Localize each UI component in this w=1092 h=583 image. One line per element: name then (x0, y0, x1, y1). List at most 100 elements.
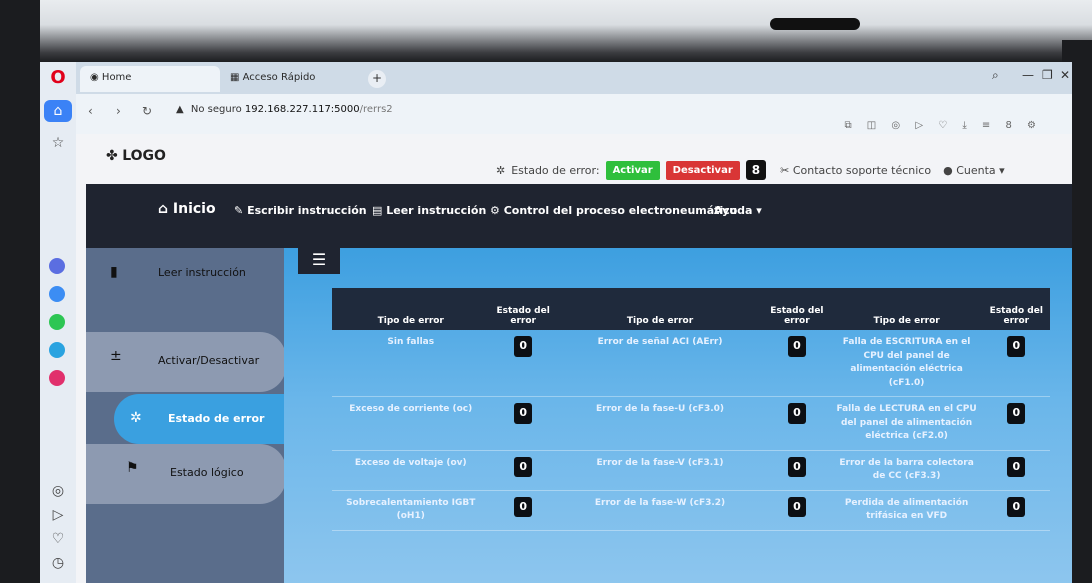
player-icon[interactable]: ◎ (44, 480, 72, 502)
tab-acceso-rapido[interactable]: ▦ Acceso Rápido (220, 66, 360, 92)
sidebar-item-label: Estado lógico (170, 466, 244, 479)
error-state-value: 0 (514, 336, 532, 357)
restore-icon[interactable]: ❐ (1042, 68, 1053, 82)
url-path: /rerrs2 (359, 104, 393, 115)
back-icon[interactable]: ‹ (88, 104, 93, 118)
support-label: Contacto soporte técnico (792, 163, 932, 177)
error-state-value: 0 (514, 496, 532, 517)
error-name: Sobrecalentamiento IGBT (oH1) (332, 490, 490, 531)
nav-read[interactable]: ▤ Leer instrucción (372, 204, 486, 217)
account-label: Cuenta (956, 163, 996, 177)
error-state-value: 0 (1007, 403, 1026, 424)
tools-icon: ✂ (780, 163, 790, 177)
cogs-icon: ⚙ (490, 204, 500, 217)
error-name: Exceso de corriente (oc) (332, 396, 490, 451)
error-table: Tipo de error Estado del error Tipo de e… (332, 288, 1050, 531)
error-name: Error de la fase-W (cF3.2) (556, 490, 764, 531)
nav-control[interactable]: ⚙ Control del proceso electroneumático (490, 204, 737, 217)
nav-write[interactable]: ✎ Escribir instrucción (234, 204, 367, 217)
home-icon[interactable]: ⌂ (44, 100, 72, 122)
sidebar-item-label: Estado de error (168, 412, 265, 425)
support-link[interactable]: ✂ Contacto soporte técnico (780, 164, 931, 177)
error-name: Exceso de voltaje (ov) (332, 450, 490, 491)
col-header: Tipo de error (830, 288, 983, 330)
new-tab-button[interactable]: + (368, 70, 386, 88)
nav-help[interactable]: Ayuda ▾ (714, 204, 762, 217)
web-page: ✤ LOGO ✲ Estado de error: Activar Desact… (76, 134, 1072, 583)
error-state-value: 0 (1007, 496, 1026, 517)
error-name: Error de la fase-V (cF3.1) (556, 450, 764, 491)
bug-icon: ✲ (130, 410, 142, 426)
caret-down-icon: ▾ (756, 204, 762, 217)
url-security-label: No seguro (190, 104, 242, 115)
warning-icon: ▲ (176, 104, 184, 115)
grid-icon: ▦ (230, 72, 240, 83)
error-state-panel: ✲ Estado de error: Activar Desactivar 8 … (496, 160, 1005, 180)
account-dropdown[interactable]: ● Cuenta ▾ (943, 164, 1005, 177)
error-count-badge: 8 (745, 160, 767, 180)
tab-label: Acceso Rápido (242, 72, 316, 83)
aria-icon[interactable] (49, 258, 65, 274)
error-name: Falla de ESCRITURA en el CPU del panel d… (830, 330, 983, 397)
tab-strip: ◉ Home ▦ Acceso Rápido + ⌕ — ❐ ✕ (76, 62, 1072, 94)
col-header: Estado del error (489, 288, 557, 330)
minimize-icon[interactable]: — (1022, 68, 1034, 82)
toolbar-icons[interactable]: ⧉ ◫ ◎ ▷ ♡ ⤓ ≡ 8 ⚙ (844, 120, 1042, 131)
opera-logo-icon[interactable]: O (44, 66, 72, 88)
nav-help-label: Ayuda (714, 204, 753, 217)
error-state-value: 0 (788, 336, 806, 357)
logo-text: LOGO (122, 148, 166, 164)
url-field[interactable]: ▲ No seguro 192.168.227.117:5000/rerrs2 (176, 104, 393, 115)
activate-button[interactable]: Activar (605, 160, 660, 180)
nav-read-label: Leer instrucción (386, 204, 487, 217)
table-header-row: Tipo de error Estado del error Tipo de e… (332, 288, 1050, 330)
error-state-value: 0 (788, 456, 806, 477)
content-area: ☰ Tipo de error Estado del error Tipo de… (284, 248, 1072, 583)
close-icon[interactable]: ✕ (1060, 68, 1070, 82)
search-icon[interactable]: ⌕ (992, 68, 999, 83)
whatsapp-icon[interactable] (49, 314, 65, 330)
error-name: Perdida de alimentación trifásica en VFD (830, 490, 983, 531)
deactivate-button[interactable]: Desactivar (665, 160, 740, 180)
caret-down-icon: ▾ (999, 163, 1005, 177)
nav-home[interactable]: ⌂ Inicio (158, 201, 216, 217)
error-name: Error de señal ACI (AErr) (556, 330, 764, 397)
sidebar-item-leer[interactable]: ▮ Leer instrucción (86, 248, 286, 298)
heart-icon[interactable]: ♡ (44, 528, 72, 550)
sidebar-item-activar[interactable]: ± Activar/Desactivar (86, 332, 286, 392)
messenger-icon[interactable] (49, 286, 65, 302)
monitor-bezel-left (0, 0, 40, 583)
instagram-icon[interactable] (49, 370, 65, 386)
hamburger-menu-icon[interactable]: ☰ (298, 248, 340, 274)
sidebar-item-estado-error[interactable]: ✲ Estado de error (114, 394, 304, 444)
house-icon: ⌂ (158, 201, 169, 217)
error-state-value: 0 (1007, 456, 1026, 477)
table-row: Sin fallas 0 Error de señal ACI (AErr) 0… (332, 330, 1050, 397)
user-icon: ● (943, 163, 953, 177)
error-state-value: 0 (514, 403, 532, 424)
history-icon[interactable]: ◷ (44, 552, 72, 574)
table-row: Sobrecalentamiento IGBT (oH1) 0 Error de… (332, 490, 1050, 531)
star-icon[interactable]: ☆ (44, 132, 72, 154)
url-domain: 192.168.227.117:5000 (244, 104, 360, 115)
error-name: Falla de LECTURA en el CPU del panel de … (830, 396, 983, 451)
tab-home[interactable]: ◉ Home (80, 66, 220, 92)
sidebar-item-estado-logico[interactable]: ⚑ Estado lógico (86, 444, 286, 504)
col-header: Tipo de error (332, 288, 490, 330)
reload-icon[interactable]: ↻ (142, 104, 152, 118)
logo[interactable]: ✤ LOGO (106, 148, 166, 164)
forward-icon[interactable]: › (116, 104, 121, 118)
edit-icon: ✎ (234, 204, 244, 217)
webcam (770, 18, 860, 30)
error-state-value: 0 (1007, 336, 1026, 357)
top-navbar: ✤ LOGO ✲ Estado de error: Activar Desact… (76, 134, 1072, 184)
tab-label: Home (101, 72, 132, 83)
nav-write-label: Escribir instrucción (247, 204, 367, 217)
nav-home-label: Inicio (172, 201, 216, 217)
error-state-value: 0 (514, 456, 532, 477)
telegram-icon[interactable] (49, 342, 65, 358)
plus-minus-icon: ± (110, 348, 122, 364)
main-nav: ⌂ Inicio ✎ Escribir instrucción ▤ Leer i… (86, 184, 1072, 248)
error-name: Error de la fase-U (cF3.0) (556, 396, 764, 451)
send-icon[interactable]: ▷ (44, 504, 72, 526)
